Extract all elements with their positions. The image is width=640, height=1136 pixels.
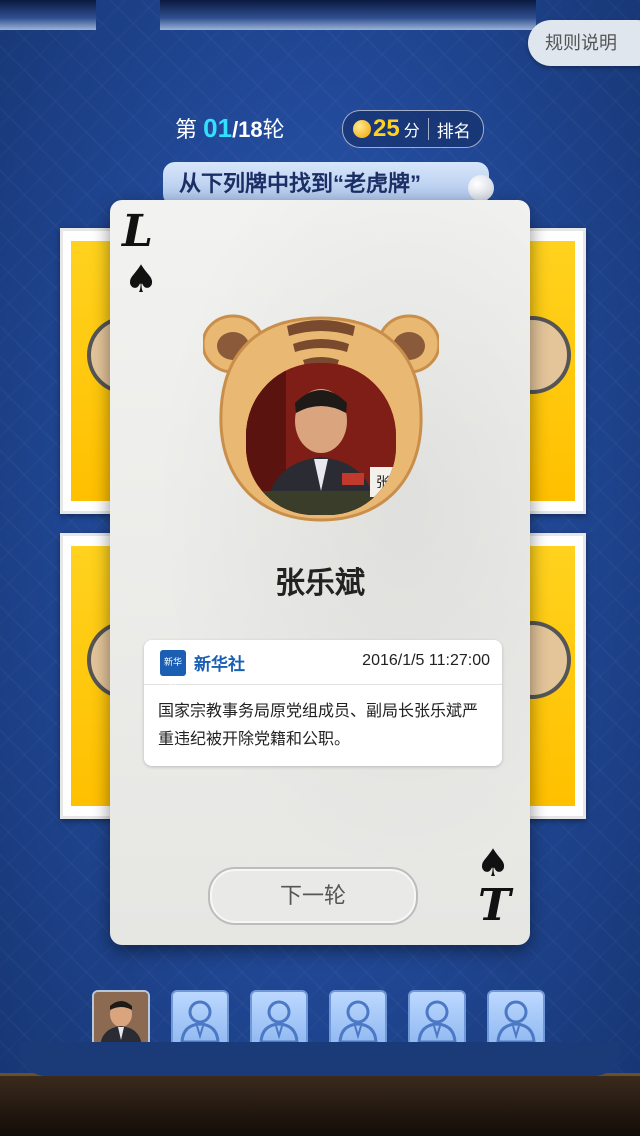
news-header: 新华社 新华社 2016/1/5 11:27:00 [144, 640, 502, 694]
person-portrait: 张 [246, 363, 396, 515]
coin-icon [353, 120, 371, 138]
news-source: 新华社 [194, 655, 245, 674]
score-pill: 25 分 排名 [342, 110, 484, 148]
person-placeholder-icon [338, 1000, 378, 1044]
spade-icon: ♠ [124, 257, 159, 301]
spade-icon: ♠ [476, 841, 511, 885]
news-timestamp: 2016/1/5 11:27:00 [362, 652, 490, 669]
collected-slot-empty [329, 990, 387, 1048]
news-card: 新华社 新华社 2016/1/5 11:27:00 国家宗教事务局原党组成员、副… [144, 640, 502, 766]
round-current: 01 [203, 113, 233, 143]
person-placeholder-icon [417, 1000, 457, 1044]
divider [427, 118, 429, 140]
card-corner-letter-bottom: T [478, 880, 511, 931]
xinhua-logo-icon: 新华社 [160, 650, 186, 694]
round-total: /18 [232, 117, 263, 142]
revealed-card: L ♠ ♠ T 张 张乐斌 新华社 新华社 2016/1/5 11:27:00 … [110, 200, 530, 945]
news-text: 国家宗教事务局原党组成员、副局长张乐斌严重违纪被开除党籍和公职。 [158, 703, 479, 748]
person-name: 张乐斌 [275, 567, 365, 600]
rules-button[interactable]: 规则说明 [528, 20, 640, 66]
city-photo [160, 0, 536, 30]
rank-button[interactable]: 排名 [437, 117, 471, 142]
round-prefix: 第 [175, 117, 198, 142]
bottom-frame [0, 1042, 640, 1136]
collected-slot-empty [171, 990, 229, 1048]
city-photo [0, 0, 96, 30]
person-placeholder-icon [180, 1000, 220, 1044]
score-unit: 分 [403, 123, 420, 140]
pearl-icon [468, 175, 494, 201]
collected-slot-empty [250, 990, 308, 1048]
collected-slot-empty [408, 990, 466, 1048]
card-corner-letter-top: L [122, 206, 153, 257]
person-placeholder-icon [259, 1000, 299, 1044]
person-placeholder-icon [496, 1000, 536, 1044]
score-value: 25 [373, 115, 400, 142]
round-counter: 第 01/18轮 [175, 112, 285, 144]
collected-slot-filled[interactable] [92, 990, 150, 1048]
round-suffix: 轮 [262, 117, 285, 142]
person-thumbnail [94, 992, 148, 1046]
next-round-button[interactable]: 下一轮 [208, 867, 418, 925]
collected-slot-empty [487, 990, 545, 1048]
